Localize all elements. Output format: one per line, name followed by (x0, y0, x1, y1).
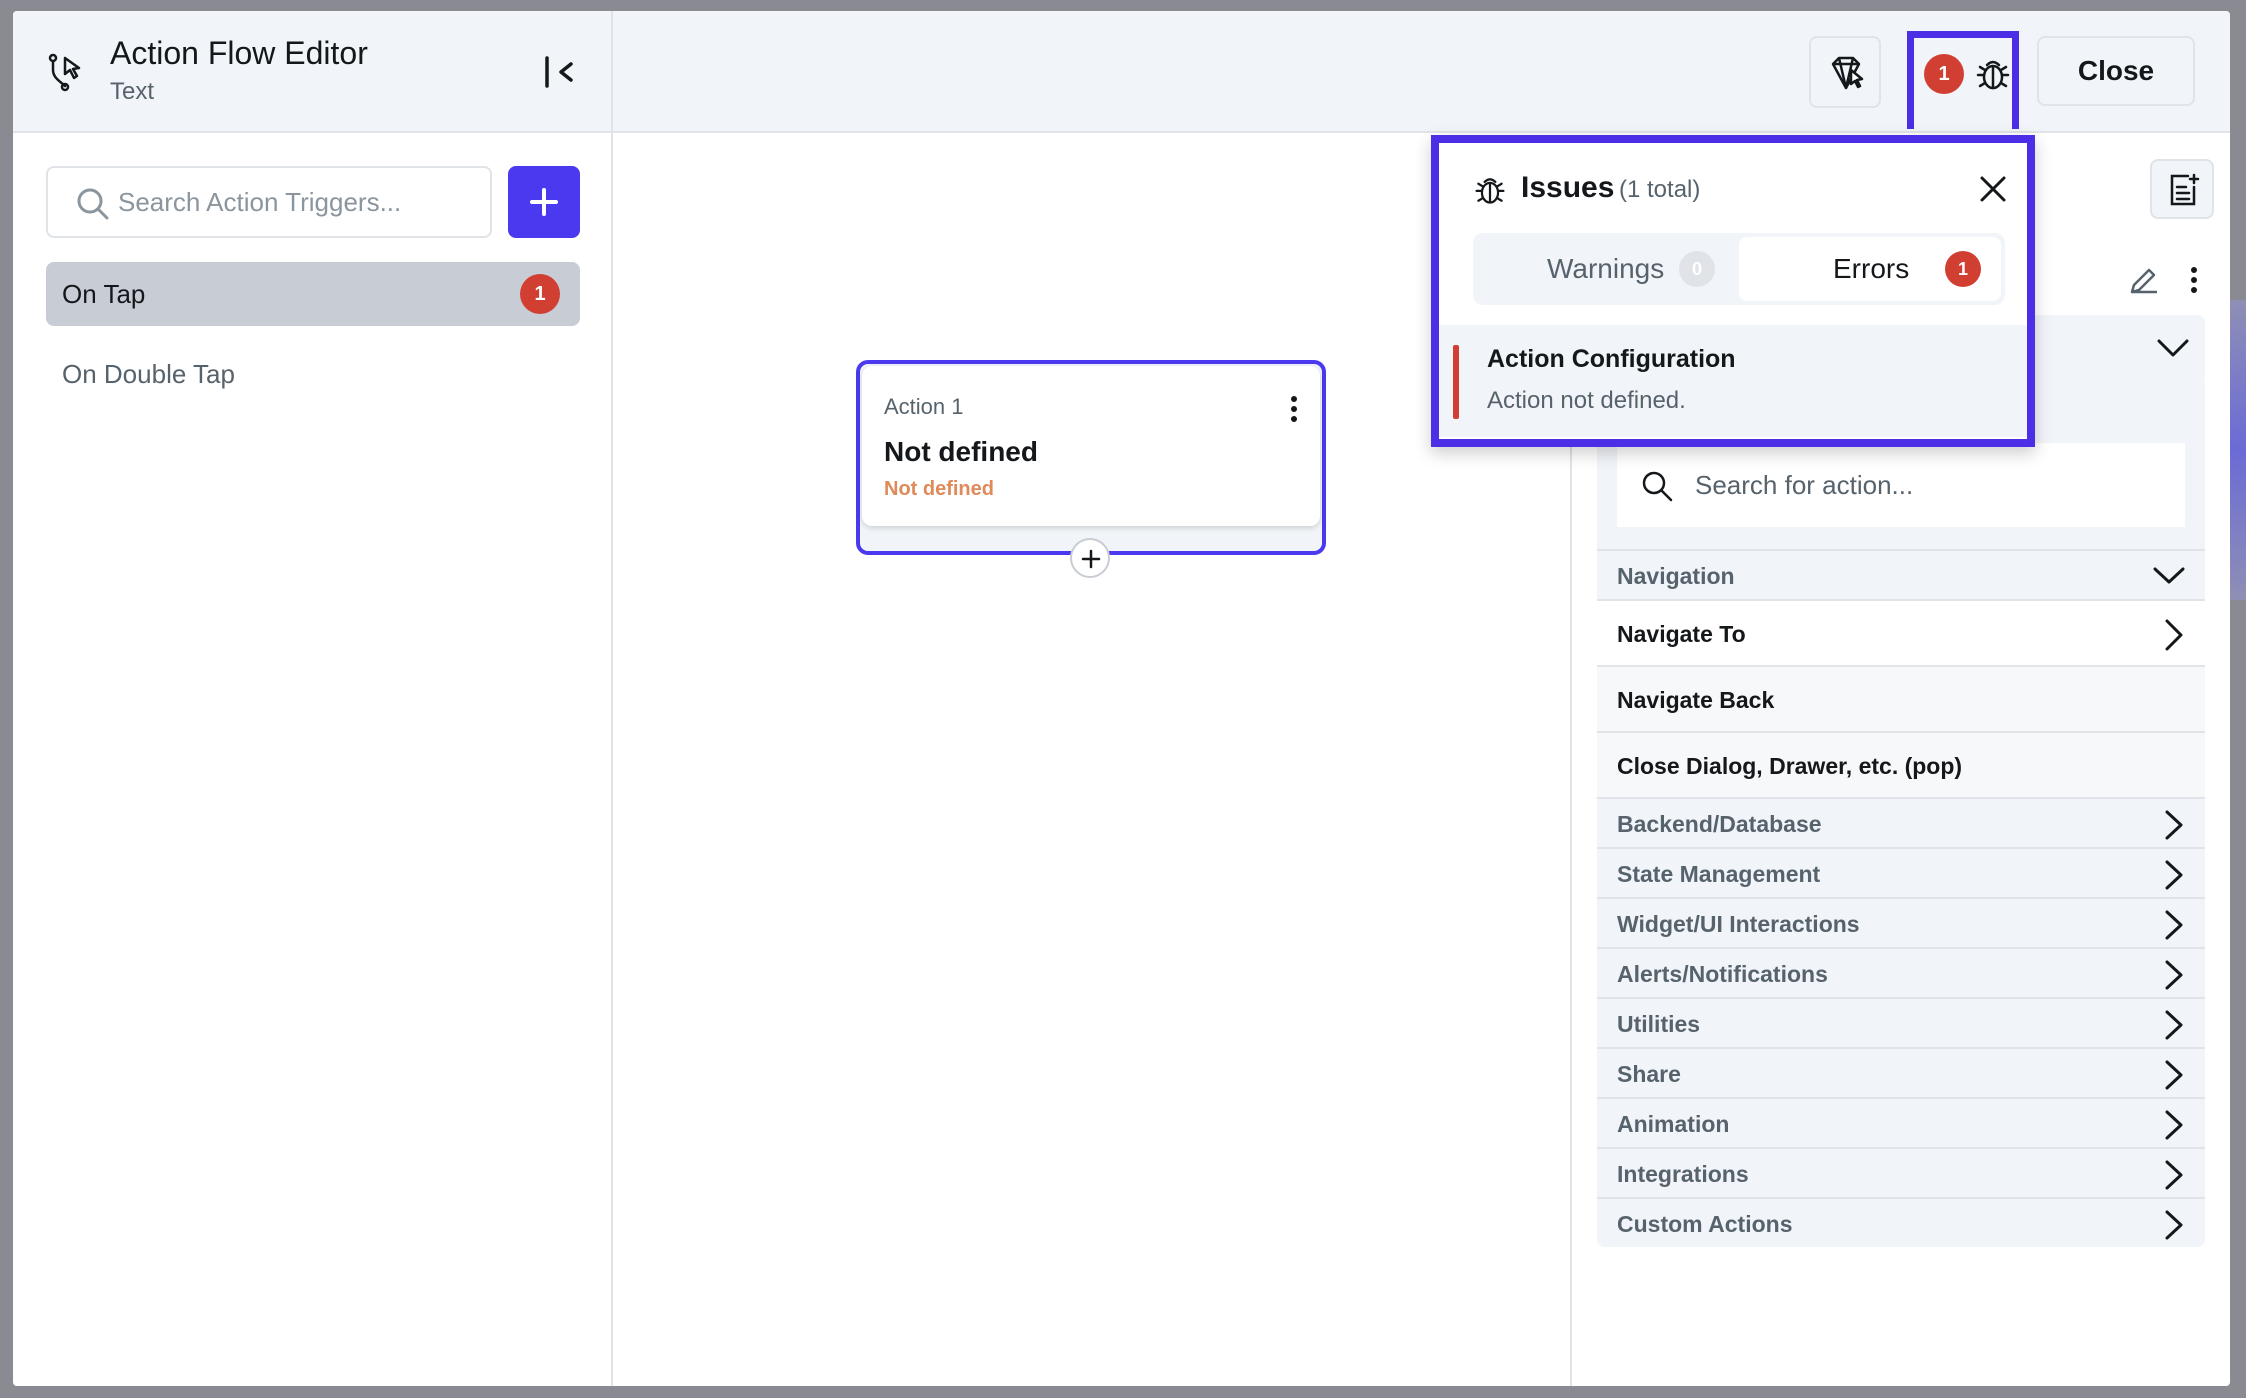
more-vertical-icon[interactable] (2186, 265, 2202, 295)
chevron-right-icon (2165, 910, 2183, 940)
chevron-right-icon (2165, 619, 2183, 651)
action-node-card[interactable]: Action 1 Not defined Not defined (862, 366, 1320, 526)
action-search (1617, 443, 2185, 527)
chevron-right-icon (2165, 1210, 2183, 1240)
error-badge: 1 (520, 274, 560, 314)
category-label: State Management (1617, 861, 1821, 887)
page-subtitle: Text (110, 78, 155, 105)
edit-icon[interactable] (2127, 265, 2159, 297)
issue-title: Action Configuration (1487, 345, 1736, 373)
sidebar-header: Action Flow Editor Text (13, 11, 611, 133)
bug-icon (1976, 60, 2010, 90)
category-utilities[interactable]: Utilities (1597, 997, 2205, 1047)
error-count-badge: 1 (1945, 251, 1981, 287)
category-widget-ui-interactions[interactable]: Widget/UI Interactions (1597, 897, 2205, 947)
error-count-badge: 1 (1924, 54, 1964, 94)
search-icon (77, 188, 109, 220)
action-navigate-back[interactable]: Navigate Back (1597, 665, 2205, 731)
category-label: Navigation (1617, 563, 1735, 589)
gem-cursor-icon (1831, 56, 1864, 90)
plus-icon (530, 188, 558, 216)
bug-icon (1475, 178, 1505, 204)
trigger-label: On Double Tap (62, 359, 235, 389)
document-add-icon (2170, 173, 2200, 206)
category-alerts-notifications[interactable]: Alerts/Notifications (1597, 947, 2205, 997)
issues-count: (1 total) (1619, 176, 1701, 203)
flow-canvas: Action 1 Not defined Not defined (613, 135, 1570, 1386)
action-node[interactable]: Action 1 Not defined Not defined (856, 360, 1326, 578)
chevron-right-icon (2165, 810, 2183, 840)
add-action-button[interactable] (1070, 538, 1110, 578)
ai-action-button[interactable] (1809, 36, 1881, 108)
action-search-input[interactable] (1695, 461, 2175, 509)
plus-icon (1081, 549, 1101, 569)
trigger-label: On Tap (62, 279, 146, 309)
trigger-on-double-tap[interactable]: On Double Tap (46, 342, 580, 406)
action-navigate-to[interactable]: Navigate To (1597, 599, 2205, 665)
chevron-down-icon (2153, 567, 2185, 584)
action-label: Navigate To (1617, 621, 1746, 647)
chevron-right-icon (2165, 1010, 2183, 1040)
tab-warnings[interactable]: Warnings 0 (1477, 237, 1739, 301)
tab-label: Warnings (1547, 253, 1665, 284)
category-label: Animation (1617, 1111, 1730, 1137)
category-label: Share (1617, 1061, 1681, 1087)
action-flow-editor-modal: Action Flow Editor Text On Tap 1 (13, 11, 2230, 1386)
category-label: Custom Actions (1617, 1211, 1793, 1237)
more-vertical-icon[interactable] (1282, 394, 1306, 424)
category-state-management[interactable]: State Management (1597, 847, 2205, 897)
issues-title: Issues (1521, 171, 1615, 204)
chevron-right-icon (2165, 1060, 2183, 1090)
action-node-label: Action 1 (884, 394, 964, 419)
category-label: Integrations (1617, 1161, 1749, 1187)
warning-count-badge: 0 (1679, 251, 1715, 287)
trigger-search-input[interactable] (118, 178, 478, 226)
main-header: 1 Close (613, 11, 2230, 133)
action-label: Close Dialog, Drawer, etc. (pop) (1617, 753, 1963, 779)
tab-label: Errors (1833, 253, 1910, 284)
error-indicator (1453, 345, 1459, 419)
category-integrations[interactable]: Integrations (1597, 1147, 2205, 1197)
category-label: Alerts/Notifications (1617, 961, 1828, 987)
category-animation[interactable]: Animation (1597, 1097, 2205, 1147)
triggers-sidebar: Action Flow Editor Text On Tap 1 (13, 11, 613, 1386)
chevron-down-icon (2157, 339, 2189, 357)
trigger-search (46, 166, 492, 238)
category-backend-database[interactable]: Backend/Database (1597, 797, 2205, 847)
close-icon[interactable] (1979, 175, 2007, 203)
close-button[interactable]: Close (2037, 36, 2195, 106)
action-flow-icon (48, 53, 81, 92)
category-navigation[interactable]: Navigation (1597, 549, 2205, 599)
trigger-on-tap[interactable]: On Tap 1 (46, 262, 580, 326)
category-share[interactable]: Share (1597, 1047, 2205, 1097)
action-close-dialog[interactable]: Close Dialog, Drawer, etc. (pop) (1597, 731, 2205, 797)
chevron-right-icon (2165, 1110, 2183, 1140)
issues-tabs: Warnings 0 Errors 1 (1473, 233, 2005, 305)
issues-toggle-button[interactable]: 1 (1907, 31, 2019, 129)
category-label: Widget/UI Interactions (1617, 911, 1860, 937)
chevron-right-icon (2165, 1160, 2183, 1190)
chevron-right-icon (2165, 860, 2183, 890)
category-label: Backend/Database (1617, 811, 1822, 837)
collapse-sidebar-icon[interactable] (541, 52, 577, 92)
search-icon (1642, 471, 1673, 502)
tab-errors[interactable]: Errors 1 (1739, 237, 2001, 301)
action-list: Navigation Navigate To Navigate Back Clo… (1597, 375, 2205, 1247)
action-node-subtitle: Not defined (884, 478, 994, 500)
action-label: Navigate Back (1617, 687, 1775, 713)
add-trigger-button[interactable] (508, 166, 580, 238)
page-title: Action Flow Editor (110, 35, 368, 71)
chevron-right-icon (2165, 960, 2183, 990)
action-node-title: Not defined (884, 436, 1038, 467)
notes-button[interactable] (2150, 159, 2214, 219)
issue-item[interactable]: Action Configuration Action not defined. (1439, 325, 2027, 437)
issues-popover: Issues (1 total) Warnings 0 Errors 1 Act… (1431, 135, 2035, 447)
category-label: Utilities (1617, 1011, 1701, 1037)
issue-message: Action not defined. (1487, 387, 1686, 414)
category-custom-actions[interactable]: Custom Actions (1597, 1197, 2205, 1247)
